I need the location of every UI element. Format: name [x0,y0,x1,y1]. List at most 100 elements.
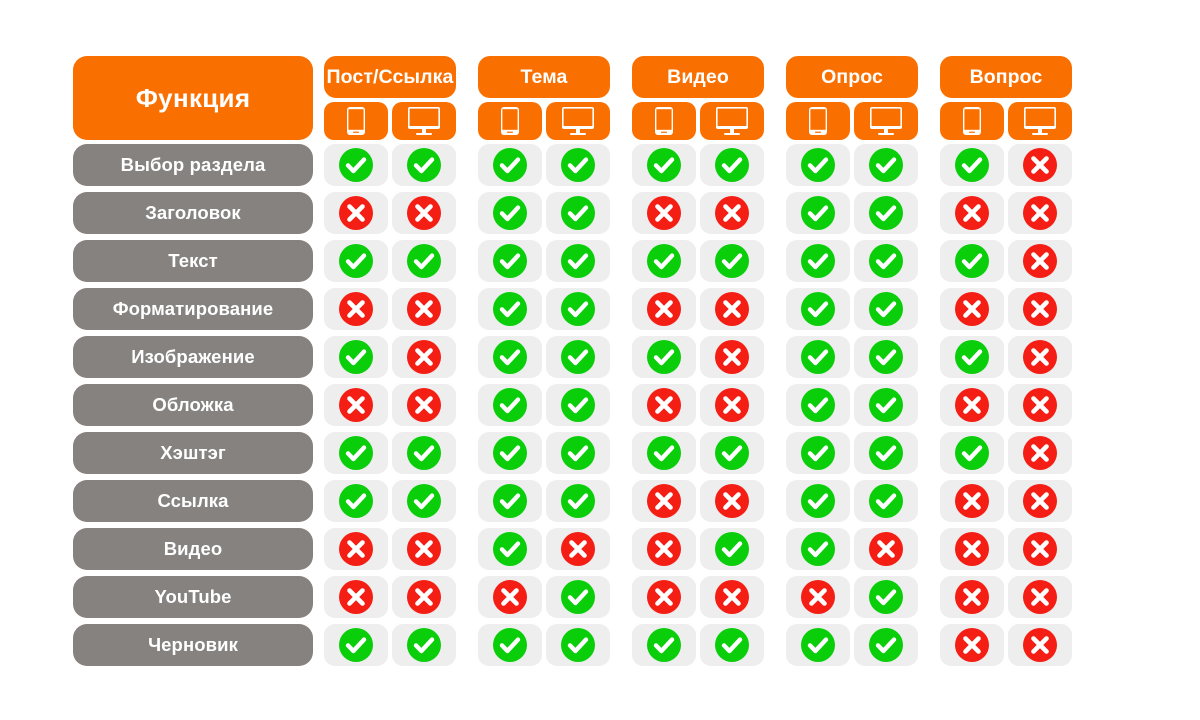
cell-r4-c9 [940,288,1004,330]
check-icon [561,148,595,182]
cell-r8-c6 [700,480,764,522]
row-label-6: Обложка [73,384,313,426]
cell-r10-c4 [546,576,610,618]
cross-icon [407,340,441,374]
corner-header-label: Функция [135,82,251,113]
cell-r10-c2 [392,576,456,618]
cross-icon [955,292,989,326]
cross-icon [407,532,441,566]
column-group-label: Видео [667,65,729,88]
check-icon [869,148,903,182]
check-icon [493,532,527,566]
cell-r2-c8 [854,192,918,234]
cell-r8-c9 [940,480,1004,522]
cross-icon [407,196,441,230]
check-icon [647,244,681,278]
cell-r9-c9 [940,528,1004,570]
row-label-text: Ссылка [157,490,229,511]
cell-r8-c1 [324,480,388,522]
check-icon [955,436,989,470]
cell-r5-c6 [700,336,764,378]
check-icon [801,148,835,182]
cell-r5-c4 [546,336,610,378]
row-label-text: Изображение [131,346,255,367]
check-icon [493,148,527,182]
cell-r6-c8 [854,384,918,426]
check-icon [407,484,441,518]
cell-r10-c6 [700,576,764,618]
check-icon [561,436,595,470]
cell-r6-c6 [700,384,764,426]
cross-icon [647,580,681,614]
check-icon [647,340,681,374]
check-icon [561,196,595,230]
check-icon [801,244,835,278]
cell-r3-c10 [1008,240,1072,282]
cross-icon [715,340,749,374]
cell-r11-c2 [392,624,456,666]
check-icon [801,484,835,518]
cell-r5-c1 [324,336,388,378]
cell-r6-c2 [392,384,456,426]
cell-r11-c4 [546,624,610,666]
cross-icon [715,484,749,518]
cross-icon [715,292,749,326]
check-icon [869,436,903,470]
cell-r9-c1 [324,528,388,570]
cell-r1-c2 [392,144,456,186]
device-header-4-desktop [854,102,918,140]
cell-r9-c4 [546,528,610,570]
cell-r9-c3 [478,528,542,570]
check-icon [561,628,595,662]
mobile-icon [962,106,982,136]
check-icon [339,244,373,278]
cell-r5-c9 [940,336,1004,378]
device-header-1-mobile [324,102,388,140]
cell-r7-c7 [786,432,850,474]
column-group-label: Вопрос [969,65,1043,88]
cross-icon [955,388,989,422]
check-icon [493,436,527,470]
cross-icon [1023,628,1057,662]
cross-icon [715,580,749,614]
cell-r1-c10 [1008,144,1072,186]
device-header-5-mobile [940,102,1004,140]
row-label-4: Форматирование [73,288,313,330]
cross-icon [1023,244,1057,278]
check-icon [715,628,749,662]
cell-r3-c7 [786,240,850,282]
cell-r8-c2 [392,480,456,522]
cell-r8-c4 [546,480,610,522]
cell-r4-c6 [700,288,764,330]
cross-icon [339,292,373,326]
cell-r4-c2 [392,288,456,330]
row-label-text: Черновик [148,634,238,655]
check-icon [561,388,595,422]
check-icon [339,148,373,182]
cell-r9-c6 [700,528,764,570]
cell-r11-c8 [854,624,918,666]
cell-r5-c8 [854,336,918,378]
cell-r9-c5 [632,528,696,570]
cell-r1-c6 [700,144,764,186]
cross-icon [647,388,681,422]
check-icon [869,484,903,518]
check-icon [715,148,749,182]
device-header-5-desktop [1008,102,1072,140]
cell-r5-c3 [478,336,542,378]
cross-icon [493,580,527,614]
row-label-text: Текст [168,250,218,271]
desktop-icon [715,106,749,136]
cross-icon [339,532,373,566]
mobile-icon [346,106,366,136]
row-label-1: Выбор раздела [73,144,313,186]
column-group-header-4: Опрос [786,56,918,98]
cell-r6-c10 [1008,384,1072,426]
cell-r7-c3 [478,432,542,474]
cell-r7-c4 [546,432,610,474]
cross-icon [715,388,749,422]
column-group-label: Пост/Ссылка [326,65,454,88]
row-label-8: Ссылка [73,480,313,522]
cell-r9-c10 [1008,528,1072,570]
device-header-2-desktop [546,102,610,140]
